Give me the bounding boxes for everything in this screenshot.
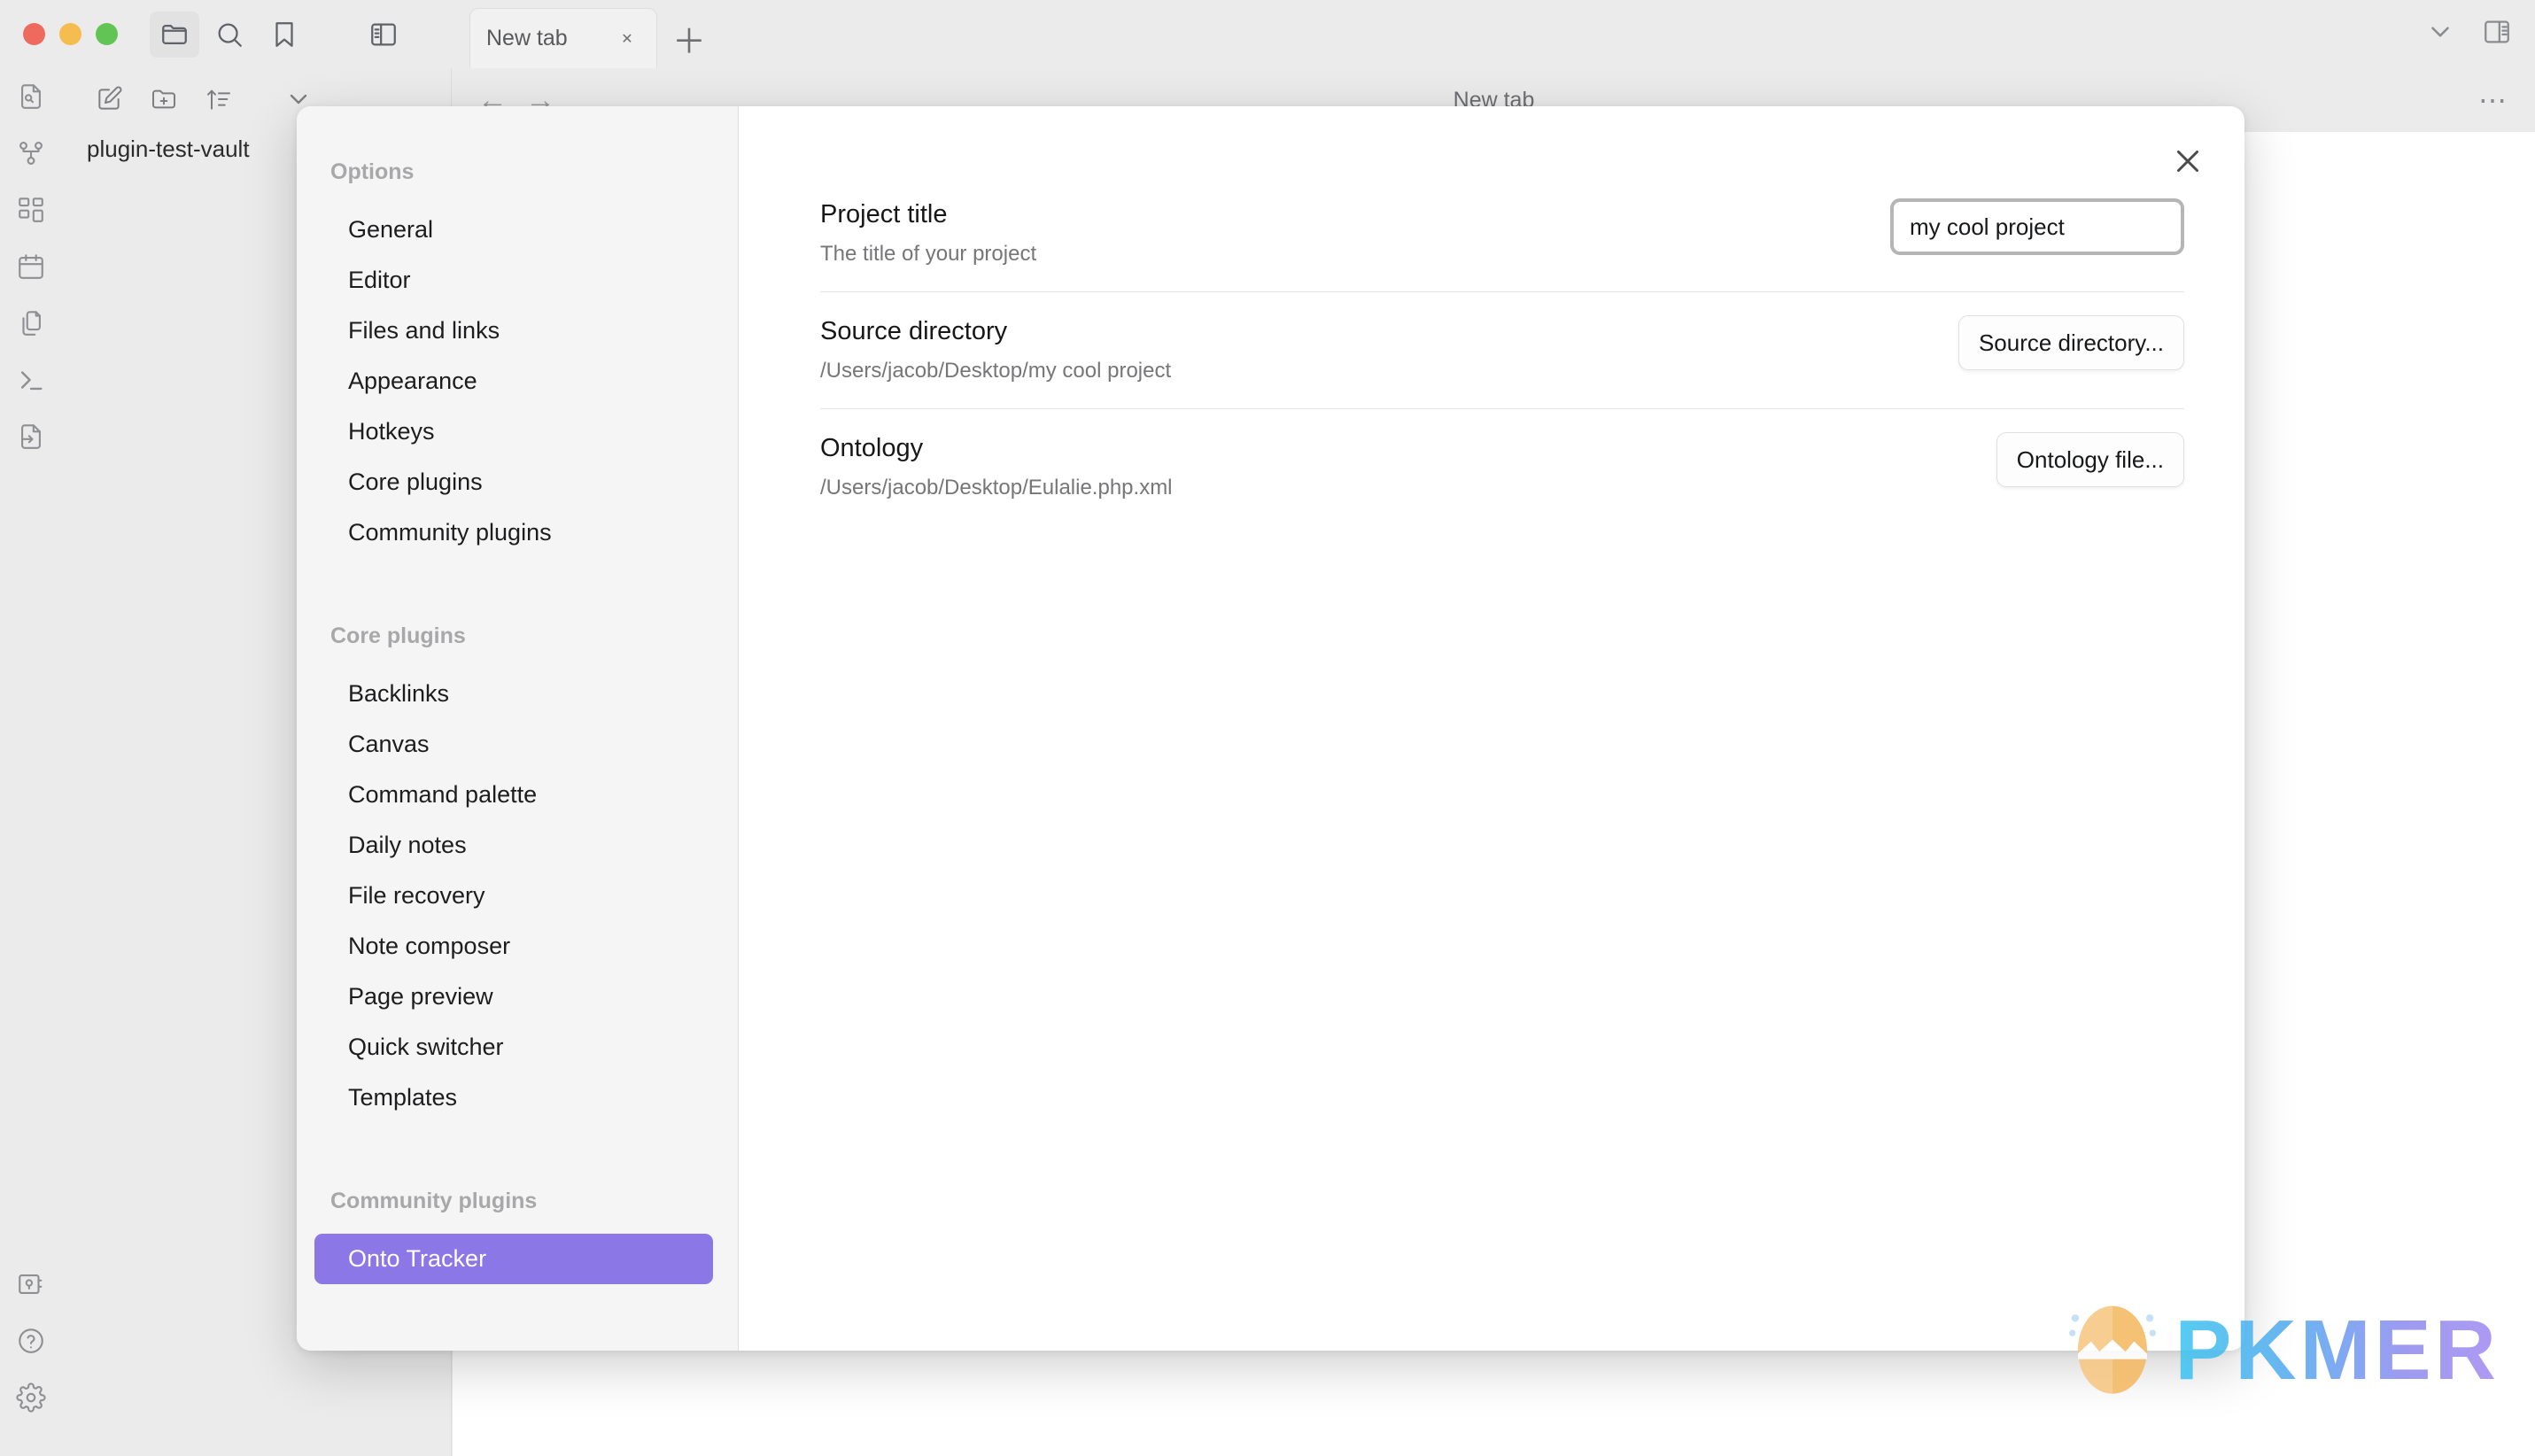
close-tab-icon[interactable]: ✕ <box>614 26 640 52</box>
daily-note-calendar-icon[interactable] <box>0 238 62 295</box>
graph-view-icon[interactable] <box>0 125 62 182</box>
tab-new-tab[interactable]: New tab ✕ <box>469 8 657 68</box>
sidebar-item-backlinks[interactable]: Backlinks <box>314 669 713 719</box>
sidebar-item-note-composer[interactable]: Note composer <box>314 921 713 972</box>
settings-modal: Options General Editor Files and links A… <box>297 106 2244 1351</box>
left-ribbon <box>0 68 62 1456</box>
setting-row-source-directory: Source directory /Users/jacob/Desktop/my… <box>820 292 2184 409</box>
sidebar-heading-core-plugins: Core plugins <box>330 623 466 648</box>
sidebar-item-editor[interactable]: Editor <box>314 255 713 306</box>
titlebar-right-group <box>2425 0 2512 68</box>
sidebar-item-onto-tracker[interactable]: Onto Tracker <box>314 1234 713 1284</box>
new-folder-icon[interactable] <box>142 77 186 121</box>
sidebar-item-quick-switcher[interactable]: Quick switcher <box>314 1022 713 1073</box>
tab-label: New tab <box>486 26 568 50</box>
more-options-icon[interactable]: ⋯ <box>2478 83 2508 117</box>
templates-copy-icon[interactable] <box>0 295 62 352</box>
setting-description: The title of your project <box>820 242 1037 266</box>
split-pane-icon[interactable] <box>359 12 408 58</box>
setting-row-ontology: Ontology /Users/jacob/Desktop/Eulalie.ph… <box>820 409 2184 525</box>
sidebar-item-file-recovery[interactable]: File recovery <box>314 871 713 921</box>
tab-strip: New tab ✕ ＋ <box>469 0 721 68</box>
setting-control: Ontology file... <box>1996 430 2184 487</box>
setting-row-project-title: Project title The title of your project <box>820 175 2184 292</box>
search-icon[interactable] <box>205 12 254 58</box>
titlebar-icon-group <box>150 11 408 58</box>
setting-description: /Users/jacob/Desktop/Eulalie.php.xml <box>820 476 1173 500</box>
title-bar <box>0 0 2535 68</box>
help-icon[interactable] <box>0 1313 62 1369</box>
project-title-input[interactable] <box>1890 198 2184 255</box>
setting-name: Ontology <box>820 434 924 462</box>
setting-info: Ontology /Users/jacob/Desktop/Eulalie.ph… <box>820 430 1173 500</box>
minimize-window-button[interactable] <box>59 23 81 45</box>
sidebar-item-general[interactable]: General <box>314 205 713 255</box>
sidebar-item-appearance[interactable]: Appearance <box>314 356 713 407</box>
close-icon[interactable] <box>2165 138 2211 184</box>
sidebar-item-core-plugins[interactable]: Core plugins <box>314 457 713 507</box>
sidebar-item-files-and-links[interactable]: Files and links <box>314 306 713 356</box>
terminal-icon[interactable] <box>0 352 62 408</box>
folder-icon[interactable] <box>150 11 199 58</box>
setting-description: /Users/jacob/Desktop/my cool project <box>820 359 1172 383</box>
setting-info: Project title The title of your project <box>820 197 1036 267</box>
vault-icon[interactable] <box>0 1256 62 1313</box>
new-note-icon[interactable] <box>87 77 131 121</box>
canvas-icon[interactable] <box>0 182 62 238</box>
import-file-icon[interactable] <box>0 408 62 465</box>
setting-name: Source directory <box>820 317 1008 345</box>
sidebar-item-command-palette[interactable]: Command palette <box>314 770 713 820</box>
close-window-button[interactable] <box>23 23 45 45</box>
setting-control <box>1890 197 2184 255</box>
sidebar-heading-options: Options <box>330 159 415 184</box>
traffic-lights <box>23 23 118 45</box>
new-tab-button[interactable]: ＋ <box>657 8 721 68</box>
chevron-down-icon[interactable] <box>2425 17 2455 51</box>
settings-gear-icon[interactable] <box>0 1369 62 1426</box>
sidebar-item-templates[interactable]: Templates <box>314 1073 713 1123</box>
sidebar-item-community-plugins[interactable]: Community plugins <box>314 507 713 558</box>
sidebar-heading-community-plugins: Community plugins <box>330 1189 538 1213</box>
settings-content: Project title The title of your project … <box>739 106 2244 1351</box>
setting-control: Source directory... <box>1957 314 2184 370</box>
ontology-file-button[interactable]: Ontology file... <box>1996 432 2184 487</box>
right-sidebar-icon[interactable] <box>2482 17 2512 51</box>
sidebar-item-page-preview[interactable]: Page preview <box>314 972 713 1022</box>
app-window: New tab ✕ ＋ plugin-test-vault ← → New ta… <box>0 0 2535 1456</box>
bookmark-icon[interactable] <box>260 12 309 58</box>
sort-icon[interactable] <box>197 77 241 121</box>
sidebar-item-canvas[interactable]: Canvas <box>314 719 713 770</box>
setting-info: Source directory /Users/jacob/Desktop/my… <box>820 314 1171 383</box>
sidebar-item-daily-notes[interactable]: Daily notes <box>314 820 713 871</box>
file-search-icon[interactable] <box>0 68 62 125</box>
setting-name: Project title <box>820 200 948 228</box>
maximize-window-button[interactable] <box>96 23 118 45</box>
sidebar-item-hotkeys[interactable]: Hotkeys <box>314 407 713 457</box>
settings-sidebar: Options General Editor Files and links A… <box>297 106 739 1351</box>
source-directory-button[interactable]: Source directory... <box>1957 315 2184 370</box>
